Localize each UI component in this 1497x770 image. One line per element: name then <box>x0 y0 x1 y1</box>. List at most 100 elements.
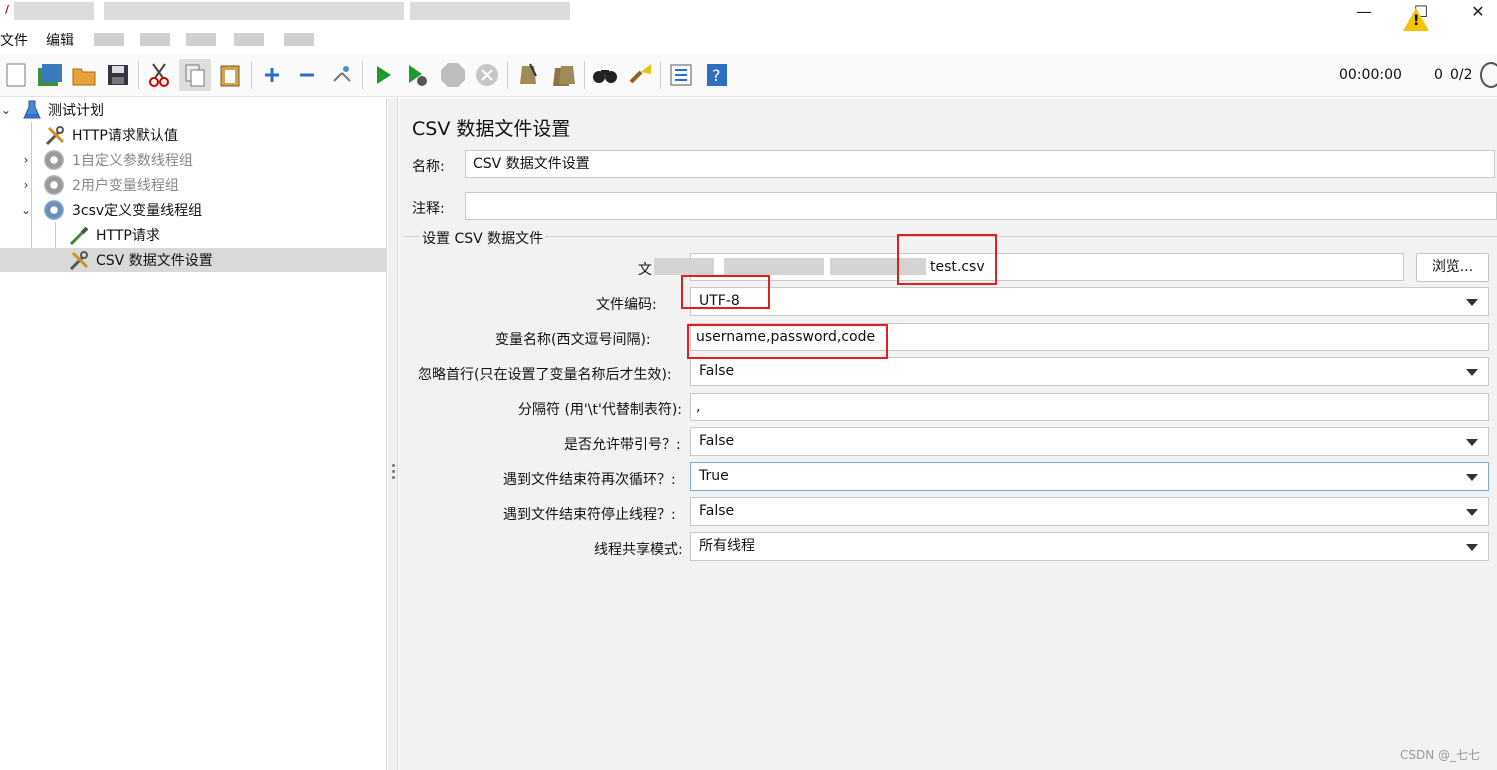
blurred-title <box>14 2 94 20</box>
wrench-icon <box>45 126 64 145</box>
browse-button[interactable]: 浏览... <box>1416 253 1489 282</box>
tree-item-http-defaults[interactable]: HTTP请求默认值 <box>0 123 386 147</box>
tree-item-label: HTTP请求默认值 <box>72 128 178 144</box>
allow-quoted-select[interactable]: False <box>690 427 1489 456</box>
templates-icon[interactable] <box>34 59 66 91</box>
title-bar: / — ☐ ✕ <box>0 0 1497 28</box>
jmeter-window: / — ☐ ✕ 文件 编辑 ? 00:00:00 0 0/2 ! ⌄ 测试计划 … <box>0 0 1497 770</box>
svg-text:?: ? <box>712 66 721 85</box>
recycle-eof-value: True <box>699 468 729 484</box>
cut-icon[interactable] <box>143 59 175 91</box>
menu-search-blurred[interactable] <box>94 33 124 46</box>
tree-item-test-plan[interactable]: ⌄ 测试计划 <box>0 98 386 122</box>
test-plan-tree: ⌄ 测试计划 HTTP请求默认值 › 1自定义参数线程组 › 2用户变量线程组 … <box>0 98 387 770</box>
blurred-title <box>410 2 570 20</box>
splitter-grip[interactable] <box>392 476 395 479</box>
new-icon[interactable] <box>0 59 32 91</box>
tree-item-thread-group-3[interactable]: ⌄ 3csv定义变量线程组 <box>0 198 386 222</box>
sharing-mode-value: 所有线程 <box>699 538 755 554</box>
close-window-button[interactable]: ✕ <box>1458 0 1497 22</box>
shutdown-icon[interactable] <box>471 59 503 91</box>
comment-label: 注释: <box>412 201 445 217</box>
comment-field[interactable] <box>465 192 1497 220</box>
clear-icon[interactable] <box>512 59 544 91</box>
flask-icon <box>23 100 41 119</box>
save-icon[interactable] <box>102 59 134 91</box>
recycle-eof-select[interactable]: True <box>690 462 1489 491</box>
tree-item-label: 3csv定义变量线程组 <box>72 203 203 219</box>
blurred-path <box>830 258 926 275</box>
splitter-grip[interactable] <box>392 464 395 467</box>
elapsed-timer: 00:00:00 <box>1339 67 1402 83</box>
open-icon[interactable] <box>68 59 100 91</box>
toggle-icon[interactable] <box>326 59 358 91</box>
start-icon[interactable] <box>367 59 399 91</box>
varnames-field[interactable]: username,password,code <box>690 323 1489 351</box>
menu-edit[interactable]: 编辑 <box>46 30 74 50</box>
watermark: CSDN @_七七 <box>1400 748 1481 762</box>
tree-item-label: CSV 数据文件设置 <box>96 253 213 269</box>
pipette-icon <box>69 226 88 245</box>
chevron-down-icon[interactable]: ⌄ <box>0 102 12 118</box>
tree-item-csv-data-set[interactable]: CSV 数据文件设置 <box>0 248 386 272</box>
collapse-icon[interactable] <box>291 59 323 91</box>
delimiter-field[interactable]: , <box>690 393 1489 421</box>
active-threads: 0/2 <box>1450 67 1473 83</box>
app-logo-icon: / <box>5 3 10 16</box>
chevron-right-icon[interactable]: › <box>20 152 32 168</box>
gear-icon <box>44 150 64 170</box>
start-no-pause-icon[interactable] <box>401 59 433 91</box>
stop-thread-eof-select[interactable]: False <box>690 497 1489 526</box>
allow-quoted-label: 是否允许带引号？: <box>564 437 681 453</box>
chevron-down-icon <box>1466 369 1478 376</box>
splitter-grip[interactable] <box>392 470 395 473</box>
encoding-select[interactable]: UTF-8 <box>690 287 1489 316</box>
help-icon[interactable]: ? <box>701 59 733 91</box>
chevron-down-icon <box>1466 299 1478 306</box>
minimize-button[interactable]: — <box>1344 0 1384 22</box>
expand-icon[interactable] <box>256 59 288 91</box>
stop-icon[interactable] <box>437 59 469 91</box>
tree-item-label: 1自定义参数线程组 <box>72 153 193 169</box>
warning-mark-icon: ! <box>1413 13 1420 29</box>
encoding-value: UTF-8 <box>699 293 740 309</box>
tree-item-thread-group-1[interactable]: › 1自定义参数线程组 <box>0 148 386 172</box>
group-border <box>404 236 1497 237</box>
menu-bar: 文件 编辑 <box>0 28 1497 52</box>
chevron-down-icon <box>1466 439 1478 446</box>
ignore-first-line-select[interactable]: False <box>690 357 1489 386</box>
toolbar: ? 00:00:00 0 0/2 <box>0 55 1497 97</box>
function-helper-icon[interactable] <box>665 59 697 91</box>
blurred-title <box>104 2 404 20</box>
menu-options-blurred[interactable] <box>186 33 216 46</box>
tree-item-http-request[interactable]: HTTP请求 <box>0 223 386 247</box>
copy-icon[interactable] <box>179 59 211 91</box>
menu-help-blurred[interactable] <box>284 33 314 46</box>
paste-icon[interactable] <box>214 59 246 91</box>
clear-all-icon[interactable] <box>548 59 580 91</box>
group-title: 设置 CSV 数据文件 <box>420 228 546 248</box>
tree-item-label: HTTP请求 <box>96 228 160 244</box>
remote-status-icon[interactable] <box>1480 62 1497 88</box>
menu-file[interactable]: 文件 <box>0 30 28 50</box>
blurred-path <box>654 258 714 275</box>
name-field[interactable]: CSV 数据文件设置 <box>465 150 1495 178</box>
menu-tools-blurred[interactable] <box>234 33 264 46</box>
ignore-first-line-label: 忽略首行(只在设置了变量名称后才生效): <box>418 367 672 383</box>
chevron-down-icon[interactable]: ⌄ <box>20 202 32 218</box>
chevron-down-icon <box>1466 509 1478 516</box>
encoding-label: 文件编码: <box>596 297 657 313</box>
panel-splitter[interactable] <box>388 98 398 770</box>
reset-search-icon[interactable] <box>624 59 656 91</box>
menu-run-blurred[interactable] <box>140 33 170 46</box>
sharing-mode-select[interactable]: 所有线程 <box>690 532 1489 561</box>
chevron-right-icon[interactable]: › <box>20 177 32 193</box>
sharing-mode-label: 线程共享模式: <box>594 542 683 558</box>
warning-count: 0 <box>1434 67 1443 83</box>
search-icon[interactable] <box>589 59 621 91</box>
filename-label: 文 <box>638 262 652 278</box>
page-title: CSV 数据文件设置 <box>412 118 571 140</box>
chevron-down-icon <box>1466 474 1478 481</box>
tree-item-thread-group-2[interactable]: › 2用户变量线程组 <box>0 173 386 197</box>
stop-thread-eof-label: 遇到文件结束符停止线程？: <box>503 507 676 523</box>
